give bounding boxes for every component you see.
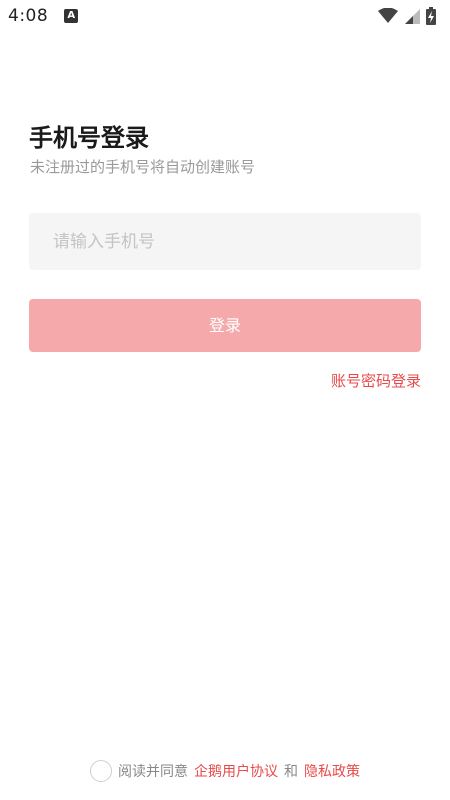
user-agreement-link[interactable]: 企鹅用户协议	[194, 761, 278, 781]
login-screen: 4:08 A 手机号登录 未注册过的手机号将自动创建账号 登录 账号密码登录 阅…	[0, 0, 450, 800]
wifi-icon	[378, 8, 398, 24]
agree-and-text: 和	[284, 764, 298, 780]
cellular-signal-icon	[404, 8, 420, 24]
privacy-policy-link[interactable]: 隐私政策	[304, 761, 360, 781]
status-time: 4:08	[8, 6, 49, 26]
phone-number-input[interactable]	[29, 213, 421, 270]
page-subtitle: 未注册过的手机号将自动创建账号	[30, 158, 256, 176]
battery-charging-icon	[426, 7, 436, 25]
login-button[interactable]: 登录	[29, 299, 421, 352]
password-login-link[interactable]: 账号密码登录	[331, 370, 421, 391]
agree-prefix-text: 阅读并同意	[118, 764, 188, 780]
status-icons	[378, 7, 436, 25]
agree-checkbox[interactable]	[90, 760, 112, 782]
status-bar: 4:08 A	[0, 0, 450, 32]
agreement-row: 阅读并同意 企鹅用户协议 和 隐私政策	[0, 759, 450, 783]
notification-a-icon: A	[64, 9, 79, 23]
page-title: 手机号登录	[29, 124, 149, 152]
